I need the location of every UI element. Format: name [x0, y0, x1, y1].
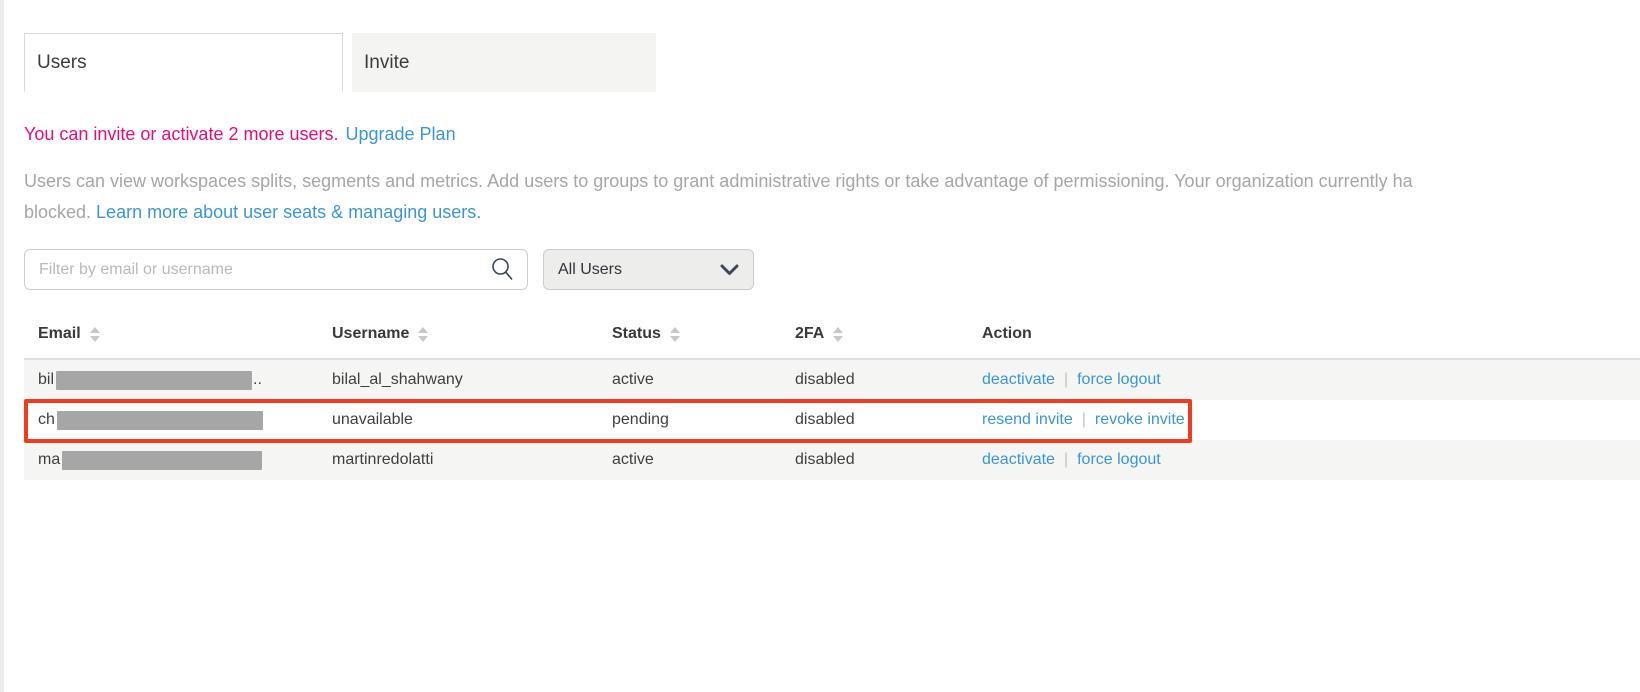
- tab-invite-label: Invite: [364, 52, 409, 74]
- cell-status: pending: [598, 411, 781, 429]
- cell-2fa: disabled: [781, 411, 968, 429]
- users-description: Users can view workspaces splits, segmen…: [24, 166, 1640, 228]
- page-left-edge-strip: [0, 0, 4, 692]
- sort-arrows-icon[interactable]: [90, 327, 100, 342]
- cell-email: bil ..: [24, 371, 318, 390]
- column-header-status[interactable]: Status: [598, 325, 781, 343]
- username-text: unavailable: [332, 411, 413, 429]
- username-text: martinredolatti: [332, 451, 433, 469]
- tab-invite[interactable]: Invite: [352, 33, 656, 92]
- sort-arrows-icon[interactable]: [670, 327, 680, 342]
- filter-input[interactable]: [24, 249, 528, 290]
- cell-action: resend invite | revoke invite: [968, 411, 1640, 429]
- table-header-row: Email Username Status 2FA Action: [24, 310, 1640, 360]
- column-header-status-label: Status: [612, 325, 661, 343]
- status-text: active: [612, 371, 654, 389]
- cell-action: deactivate | force logout: [968, 451, 1640, 469]
- email-suffix: ..: [253, 371, 262, 389]
- cell-action: deactivate | force logout: [968, 371, 1640, 389]
- column-header-2fa-label: 2FA: [795, 325, 824, 343]
- username-text: bilal_al_shahwany: [332, 371, 463, 389]
- cell-2fa: disabled: [781, 451, 968, 469]
- learn-more-link[interactable]: Learn more about user seats & managing u…: [96, 202, 481, 222]
- description-line2-text: blocked.: [24, 202, 96, 222]
- table-controls: All Users: [24, 249, 1640, 290]
- users-table: Email Username Status 2FA Action bil: [24, 310, 1640, 480]
- column-header-action: Action: [968, 325, 1640, 343]
- email-visible-text: ch: [38, 411, 55, 429]
- action-separator: |: [1064, 451, 1068, 469]
- seats-notice-text: You can invite or activate 2 more users.: [24, 124, 339, 144]
- revoke-invite-link[interactable]: revoke invite: [1095, 411, 1185, 429]
- upgrade-plan-link[interactable]: Upgrade Plan: [346, 124, 456, 144]
- table-row: bil .. bilal_al_shahwany active disabled…: [24, 360, 1640, 400]
- cell-2fa: disabled: [781, 371, 968, 389]
- column-header-email[interactable]: Email: [24, 325, 318, 343]
- tab-bar: Users Invite: [24, 33, 1640, 92]
- redacted-email-bar: [62, 451, 262, 470]
- column-header-username-label: Username: [332, 325, 409, 343]
- description-line2: blocked. Learn more about user seats & m…: [24, 197, 1640, 228]
- table-row: ch unavailable pending disabled resend i…: [24, 400, 1640, 440]
- sort-arrows-icon[interactable]: [418, 327, 428, 342]
- cell-username: bilal_al_shahwany: [318, 371, 598, 389]
- status-text: active: [612, 451, 654, 469]
- cell-email: ch: [24, 411, 318, 430]
- chevron-down-icon: [720, 264, 739, 276]
- force-logout-link[interactable]: force logout: [1077, 371, 1161, 389]
- email-visible-text: bil: [38, 371, 54, 389]
- cell-email: ma: [24, 451, 318, 470]
- users-admin-panel: Users Invite You can invite or activate …: [0, 0, 1640, 480]
- filter-field-wrapper: [24, 249, 528, 290]
- column-header-action-label: Action: [982, 325, 1032, 343]
- deactivate-link[interactable]: deactivate: [982, 371, 1055, 389]
- cell-username: unavailable: [318, 411, 598, 429]
- redacted-email-bar: [56, 371, 252, 390]
- action-separator: |: [1082, 411, 1086, 429]
- cell-status: active: [598, 371, 781, 389]
- cell-username: martinredolatti: [318, 451, 598, 469]
- table-row: ma martinredolatti active disabled deact…: [24, 440, 1640, 480]
- column-header-username[interactable]: Username: [318, 325, 598, 343]
- sort-arrows-icon[interactable]: [833, 327, 843, 342]
- tab-users-label: Users: [37, 52, 87, 74]
- column-header-email-label: Email: [38, 325, 81, 343]
- action-separator: |: [1064, 371, 1068, 389]
- twofa-text: disabled: [795, 451, 855, 469]
- force-logout-link[interactable]: force logout: [1077, 451, 1161, 469]
- user-type-dropdown[interactable]: All Users: [543, 249, 754, 290]
- email-visible-text: ma: [38, 451, 60, 469]
- seats-notice: You can invite or activate 2 more users.…: [24, 122, 1640, 146]
- twofa-text: disabled: [795, 371, 855, 389]
- description-line1: Users can view workspaces splits, segmen…: [24, 166, 1640, 197]
- user-type-dropdown-value: All Users: [558, 261, 622, 279]
- column-header-2fa[interactable]: 2FA: [781, 325, 968, 343]
- twofa-text: disabled: [795, 411, 855, 429]
- resend-invite-link[interactable]: resend invite: [982, 411, 1073, 429]
- status-text: pending: [612, 411, 669, 429]
- search-icon: [489, 256, 516, 283]
- redacted-email-bar: [57, 411, 263, 430]
- tab-users[interactable]: Users: [24, 33, 343, 92]
- deactivate-link[interactable]: deactivate: [982, 451, 1055, 469]
- cell-status: active: [598, 451, 781, 469]
